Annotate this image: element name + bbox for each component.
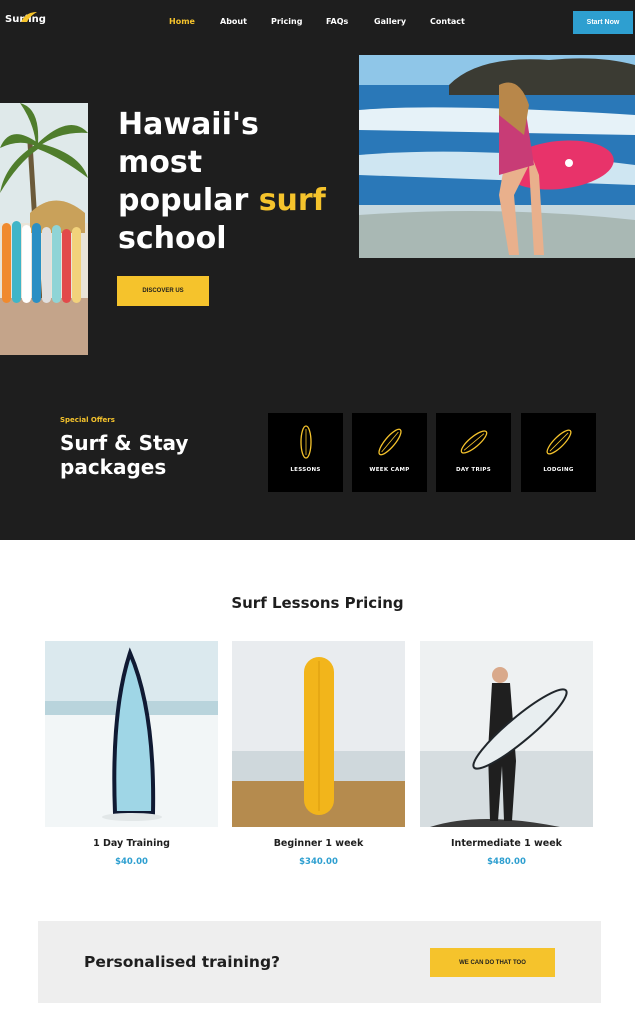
hero-title-line1: Hawaii's [118, 107, 259, 142]
hero-image-surfboards [0, 103, 88, 355]
card-name: 1 Day Training [93, 838, 170, 849]
card-price: $480.00 [487, 857, 526, 867]
surfboard-icon [377, 428, 402, 456]
card-image-intermediate-1-week[interactable] [420, 641, 593, 827]
personalised-training-text: Personalised training? [84, 953, 281, 971]
surfboard-icon [460, 430, 487, 454]
offer-tile-label: LODGING [543, 467, 574, 473]
hero-title-line2: most [118, 145, 203, 180]
offer-tile-lodging[interactable]: LODGING [521, 413, 596, 492]
nav-faqs[interactable]: FAQs [326, 17, 348, 26]
offer-tile-label: DAY TRIPS [456, 467, 491, 473]
discover-us-button[interactable]: DISCOVER US [117, 276, 209, 306]
surfboard-icon [545, 429, 572, 455]
offer-tile-day-trips[interactable]: DAY TRIPS [436, 413, 511, 492]
nav-contact[interactable]: Contact [430, 17, 465, 26]
offers-title: Surf & Stay packages [60, 431, 260, 479]
hero-title-highlight: surf [258, 183, 326, 218]
nav-about[interactable]: About [220, 17, 247, 26]
offer-tile-week-camp[interactable]: WEEK CAMP [352, 413, 427, 492]
offer-tile-label: WEEK CAMP [369, 467, 410, 473]
card-name: Intermediate 1 week [451, 838, 562, 849]
hero-title-line3: popular [118, 183, 249, 218]
logo-wave-icon [21, 12, 37, 22]
offers-title-line1: Surf & Stay [60, 431, 189, 455]
offer-tile-label: LESSONS [290, 467, 321, 473]
card-image-beginner-1-week[interactable] [232, 641, 405, 827]
hero-title: Hawaii's most popular surf school [118, 106, 358, 258]
start-now-button[interactable]: Start Now [573, 11, 633, 34]
nav-home[interactable]: Home [169, 17, 195, 26]
card-price: $40.00 [115, 857, 148, 867]
offers-eyebrow: Special Offers [60, 416, 115, 424]
hero-image-surfer [359, 55, 635, 258]
we-can-do-that-too-button[interactable]: WE CAN DO THAT TOO [430, 948, 555, 977]
card-image-1-day-training[interactable] [45, 641, 218, 827]
nav-gallery[interactable]: Gallery [374, 17, 406, 26]
surfboard-icon [299, 425, 312, 459]
hero-title-line4: school [118, 221, 227, 256]
offer-tile-lessons[interactable]: LESSONS [268, 413, 343, 492]
logo[interactable]: Surfing [5, 12, 46, 25]
nav-pricing[interactable]: Pricing [271, 17, 302, 26]
card-name: Beginner 1 week [273, 838, 364, 849]
offers-title-line2: packages [60, 455, 167, 479]
card-price: $340.00 [299, 857, 338, 867]
personalised-training-banner: Personalised training? WE CAN DO THAT TO… [38, 921, 601, 1003]
pricing-title: Surf Lessons Pricing [231, 594, 404, 612]
